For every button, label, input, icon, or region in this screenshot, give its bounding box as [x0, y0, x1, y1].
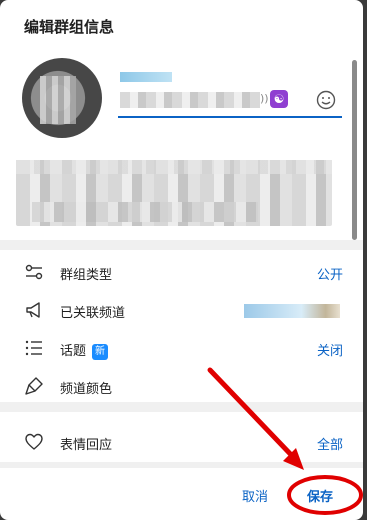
section-divider	[0, 402, 363, 412]
channel-color-label: 频道颜色	[60, 382, 113, 397]
toggle-sliders-icon	[25, 264, 43, 280]
section-divider	[0, 240, 363, 250]
smiley-icon[interactable]	[316, 90, 336, 110]
blurred-group-name	[120, 92, 260, 108]
list-icon	[25, 340, 42, 356]
row-topics[interactable]: 话题新 关闭	[0, 330, 363, 366]
row-channel-color[interactable]: 频道颜色	[0, 368, 363, 404]
row-reactions[interactable]: 表情回应 全部	[0, 424, 363, 460]
row-linked-channel[interactable]: 已关联频道	[0, 292, 363, 328]
paintbrush-icon	[25, 377, 43, 395]
group-type-value[interactable]: 公开	[317, 264, 343, 283]
blurred-name-hint	[120, 72, 172, 82]
edit-group-dialog: 编辑群组信息 )) ☯ 群组类型 公开 已关联频道 话题 新 关闭 频道颜色 表…	[0, 0, 363, 520]
group-type-label: 群组类型	[60, 268, 113, 283]
blurred-linked-channel[interactable]	[244, 304, 340, 318]
scrollbar[interactable]	[352, 60, 357, 240]
megaphone-icon	[26, 302, 40, 318]
save-button[interactable]: 保存	[307, 486, 333, 505]
topics-value[interactable]: 关闭	[317, 340, 343, 359]
cancel-button[interactable]: 取消	[242, 486, 268, 505]
new-badge: 新	[92, 344, 109, 360]
topics-label-wrap: 话题新	[60, 340, 109, 360]
reactions-label: 表情回应	[60, 438, 113, 453]
linked-channel-label: 已关联频道	[60, 306, 126, 321]
purple-emoji-icon: ☯	[270, 90, 288, 108]
section-divider	[0, 462, 363, 468]
heart-icon	[25, 433, 43, 450]
group-name-field[interactable]: )) ☯	[118, 88, 342, 118]
row-group-type[interactable]: 群组类型 公开	[0, 254, 363, 290]
group-name-suffix: ))	[260, 92, 269, 105]
topics-label: 话题	[60, 344, 87, 359]
dialog-title: 编辑群组信息	[24, 18, 115, 36]
reactions-value[interactable]: 全部	[317, 434, 343, 453]
group-avatar[interactable]	[22, 58, 102, 138]
blurred-description[interactable]	[16, 144, 332, 226]
